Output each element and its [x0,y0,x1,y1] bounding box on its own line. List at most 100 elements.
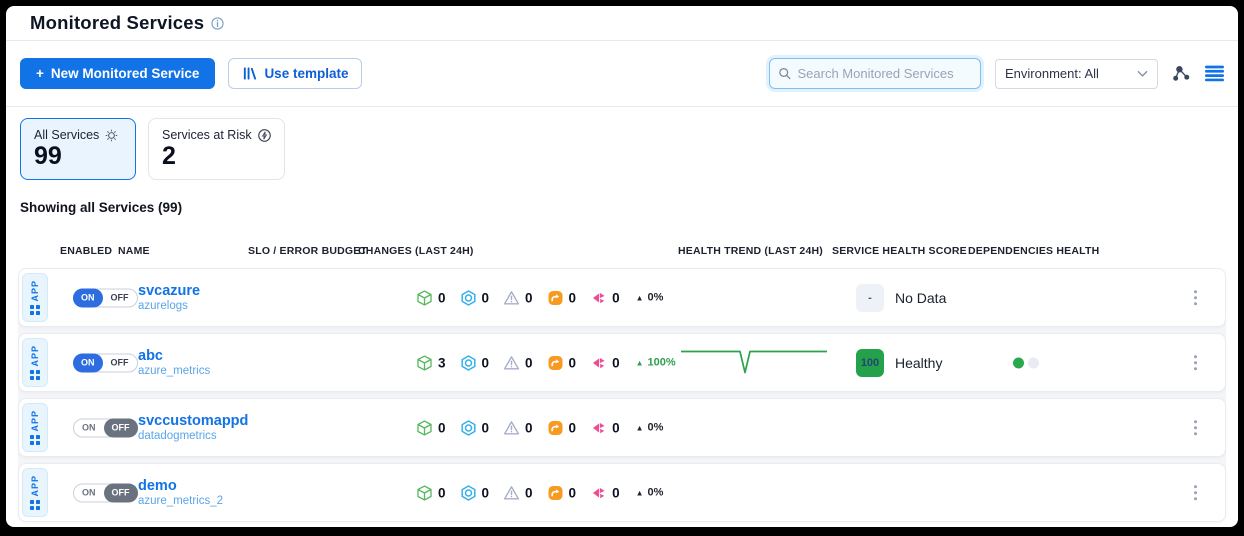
deployment-icon [460,484,477,501]
col-changes: CHANGES (LAST 24H) [358,245,474,257]
risk-icon [258,129,271,142]
table-row: APP ON OFF svccustomappd datadogmetrics … [18,398,1226,457]
service-type-tab[interactable]: APP [22,273,48,322]
enabled-toggle[interactable]: ON OFF [73,353,138,372]
health-score-label: Healthy [895,355,942,371]
col-enabled: ENABLED [60,245,112,257]
list-view-icon [1205,65,1224,82]
alert-icon [503,419,520,436]
service-type-label: APP [30,475,40,497]
template-icon [242,66,257,81]
enabled-toggle[interactable]: ON OFF [73,288,138,307]
health-score-badge: - [856,284,884,312]
row-menu-button[interactable] [1190,416,1202,440]
service-type-label: APP [30,280,40,302]
row-menu-button[interactable] [1190,351,1202,375]
showing-services-heading: Showing all Services (99) [20,200,1238,216]
package-icon [416,484,433,501]
config-change-icon [547,354,564,371]
change-delta: ▲0% [636,292,664,304]
alert-icon [503,354,520,371]
delta-up-icon: ▲ [636,358,644,367]
enabled-toggle[interactable]: ON OFF [73,483,138,502]
delta-up-icon: ▲ [636,423,644,432]
plus-icon: + [36,66,44,81]
service-name-link[interactable]: abc [138,348,210,365]
page-title: Monitored Services [30,12,204,34]
changes-cell: 0 0 0 0 0 ▲0% [416,419,663,436]
service-subtitle: datadogmetrics [138,430,248,442]
toggle-on-label: ON [74,418,104,437]
service-name-link[interactable]: demo [138,478,223,495]
package-icon [416,419,433,436]
list-view-button[interactable] [1205,65,1224,82]
changes-cell: 0 0 0 0 0 ▲0% [416,484,663,501]
services-at-risk-label: Services at Risk [162,128,252,142]
package-icon [416,289,433,306]
deployment-icon [460,419,477,436]
change-delta: ▲0% [636,487,664,499]
service-name-link[interactable]: svcazure [138,283,200,300]
app-grid-icon [30,305,40,315]
table-row: APP ON OFF abc azure_metrics 3 0 0 0 0 ▲… [18,333,1226,392]
col-slo: SLO / ERROR BUDGET [248,245,367,257]
toggle-off-label: OFF [103,353,137,372]
graph-view-button[interactable] [1172,64,1191,83]
service-type-tab[interactable]: APP [22,338,48,387]
health-score-cell: - No Data [856,284,946,312]
service-name-link[interactable]: svccustomappd [138,413,248,430]
page-header: Monitored Services [6,6,1238,41]
row-menu-button[interactable] [1190,286,1202,310]
all-services-count: 99 [34,143,122,171]
services-at-risk-count: 2 [162,143,271,171]
all-services-card[interactable]: All Services 99 [20,118,136,180]
info-icon[interactable] [211,17,224,30]
search-icon [778,66,792,81]
search-input[interactable] [798,66,973,81]
chevron-down-icon [1137,70,1148,78]
changes-cell: 0 0 0 0 0 ▲0% [416,289,663,306]
deployment-icon [460,354,477,371]
service-subtitle: azurelogs [138,300,200,312]
changes-cell: 3 0 0 0 0 ▲100% [416,354,676,371]
summary-cards: All Services 99 Services at Risk 2 [20,118,1238,180]
incident-icon [590,354,607,371]
service-type-tab[interactable]: APP [22,403,48,452]
toggle-off-label: OFF [104,418,138,437]
service-rows: APP ON OFF svcazure azurelogs 0 0 0 0 0 … [18,268,1226,522]
dependency-dot[interactable] [1013,357,1024,368]
package-icon [416,354,433,371]
graph-view-icon [1172,64,1191,83]
col-name: NAME [118,245,150,257]
incident-icon [590,289,607,306]
row-menu-button[interactable] [1190,481,1202,505]
config-change-icon [547,289,564,306]
service-subtitle: azure_metrics [138,365,210,377]
toggle-off-label: OFF [103,288,137,307]
use-template-button[interactable]: Use template [228,58,362,89]
environment-select[interactable]: Environment: All [995,59,1158,89]
health-score-label: No Data [895,290,946,306]
dependencies-health-cell [1013,357,1039,368]
alert-icon [503,289,520,306]
health-trend-sparkline [679,341,829,384]
incident-icon [590,419,607,436]
delta-up-icon: ▲ [636,293,644,302]
service-type-label: APP [30,410,40,432]
health-score-cell: 100 Healthy [856,349,942,377]
new-monitored-service-button[interactable]: + New Monitored Service [20,58,215,89]
incident-icon [590,484,607,501]
monitored-services-page: Monitored Services + New Monitored Servi… [6,6,1238,527]
table-row: APP ON OFF svcazure azurelogs 0 0 0 0 0 … [18,268,1226,327]
toolbar: + New Monitored Service Use template Env… [6,41,1238,107]
toggle-on-label: ON [74,483,104,502]
table-row: APP ON OFF demo azure_metrics_2 0 0 0 0 … [18,463,1226,522]
app-grid-icon [30,500,40,510]
toggle-on-label: ON [73,288,103,307]
toggle-on-label: ON [73,353,103,372]
service-type-tab[interactable]: APP [22,468,48,517]
services-at-risk-card[interactable]: Services at Risk 2 [148,118,285,180]
dependency-dot[interactable] [1028,357,1039,368]
enabled-toggle[interactable]: ON OFF [73,418,138,437]
alert-icon [503,484,520,501]
